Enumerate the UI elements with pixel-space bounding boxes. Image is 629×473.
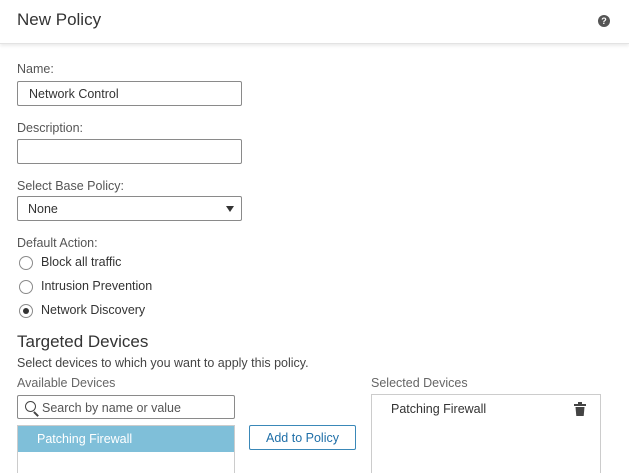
selected-devices-list: Patching Firewall [371,394,601,473]
base-policy-label: Select Base Policy: [17,179,124,193]
available-device-label: Patching Firewall [37,432,133,446]
help-icon[interactable]: ? [598,15,610,27]
default-action-label: Default Action: [17,236,98,250]
radio-button-checked[interactable] [19,304,33,318]
radio-button[interactable] [19,280,33,294]
name-input[interactable] [17,81,242,106]
radio-label: Network Discovery [41,303,146,317]
available-devices-label: Available Devices [17,376,116,390]
radio-label: Block all traffic [41,255,122,269]
targeted-devices-description: Select devices to which you want to appl… [17,356,309,370]
caret-down-icon [226,206,234,212]
search-icon [25,401,36,412]
base-policy-select[interactable]: None [17,196,242,221]
device-search-box[interactable] [17,395,235,419]
selected-devices-label: Selected Devices [371,376,468,390]
base-policy-value: None [28,202,58,216]
radio-label: Intrusion Prevention [41,279,153,293]
selected-device-label: Patching Firewall [391,402,487,416]
trash-icon[interactable] [574,402,586,416]
available-device-item[interactable]: Patching Firewall [18,426,234,452]
dialog-title: New Policy [17,10,102,29]
device-search-input[interactable] [42,399,230,416]
dialog-header: New Policy ? [0,0,629,44]
description-label: Description: [17,121,83,135]
add-to-policy-button[interactable]: Add to Policy [249,425,356,450]
description-input[interactable] [17,139,242,164]
available-devices-list: Patching Firewall [17,425,235,473]
targeted-devices-title: Targeted Devices [17,332,149,351]
name-label: Name: [17,62,54,76]
radio-button[interactable] [19,256,33,270]
